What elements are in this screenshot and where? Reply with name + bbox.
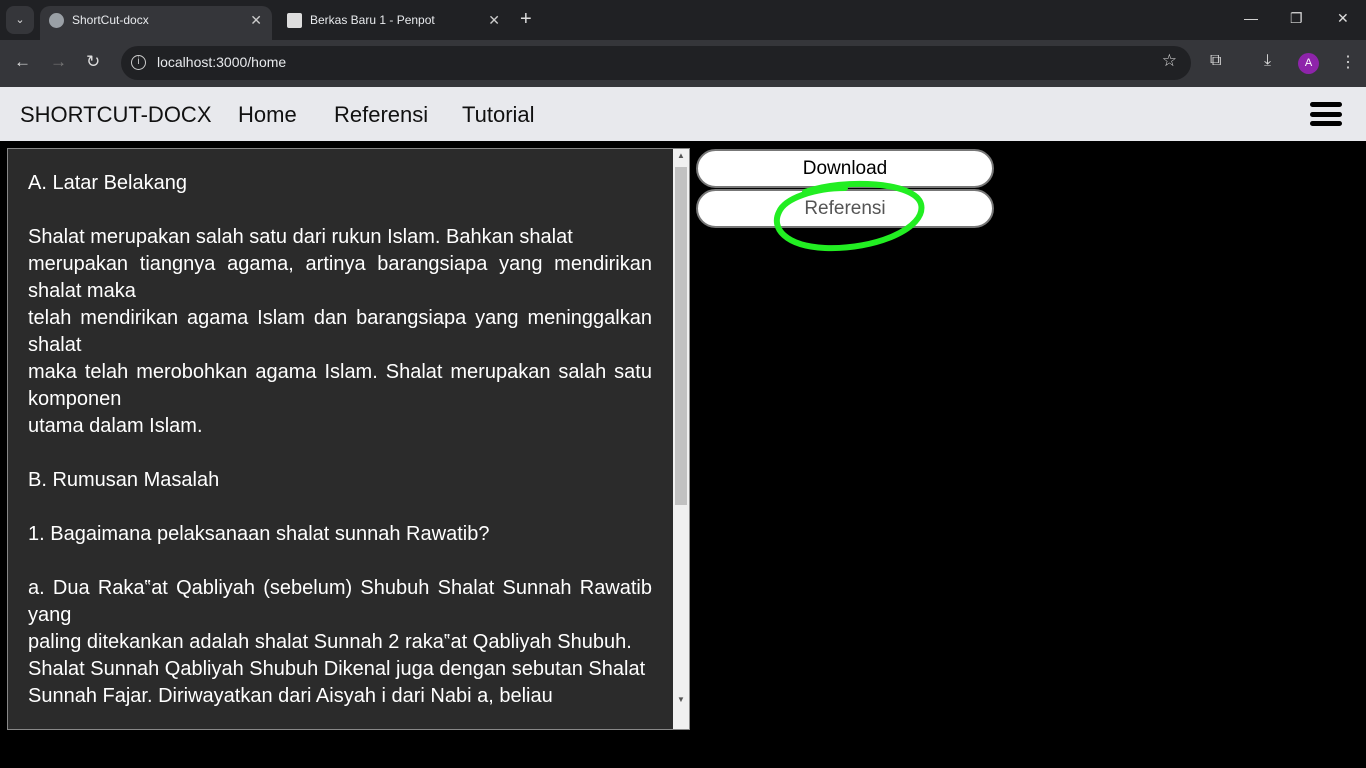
document-paragraph: Shalat Sunnah Qabliyah Shubuh Dikenal ju…	[28, 658, 646, 680]
document-paragraph: B. Rumusan Masalah	[28, 469, 220, 491]
address-bar[interactable]: i localhost:3000/home ☆	[121, 46, 1191, 80]
document-paragraph: a. Dua Raka‟at Qabliyah (sebelum) Shubuh…	[28, 577, 652, 626]
document-paragraph: paling ditekankan adalah shalat Sunnah 2…	[28, 631, 632, 653]
scrollbar-thumb[interactable]	[675, 167, 687, 505]
document-paragraph: 1. Bagaimana pelaksanaan shalat sunnah R…	[28, 523, 490, 545]
document-paragraph: A. Latar Belakang	[28, 172, 187, 194]
document-paragraph	[28, 494, 652, 521]
penpot-icon	[287, 13, 302, 28]
app-navbar: SHORTCUT-DOCX Home Referensi Tutorial	[0, 87, 1366, 141]
browser-tab-bar: ⌄ ShortCut-docx ✕ Berkas Baru 1 - Penpot…	[0, 0, 1366, 40]
document-paragraph	[28, 548, 652, 575]
profile-avatar[interactable]: A	[1298, 53, 1319, 74]
close-window-button[interactable]: ✕	[1337, 10, 1349, 27]
back-button[interactable]: ←	[14, 52, 31, 72]
hamburger-menu-icon[interactable]	[1310, 102, 1342, 126]
tab-search-button[interactable]: ⌄	[6, 6, 34, 34]
document-paragraph: Shalat merupakan salah satu dari rukun I…	[28, 226, 573, 248]
site-info-icon[interactable]: i	[131, 55, 146, 70]
green-highlight-circle	[773, 180, 925, 252]
document-paragraph: utama dalam Islam.	[28, 415, 203, 437]
nav-home[interactable]: Home	[238, 102, 297, 128]
document-paragraph	[28, 197, 652, 224]
document-scrollbar[interactable]: ▲ ▼	[673, 149, 689, 729]
document-paragraph: Sunnah Fajar. Diriwayatkan dari Aisyah i…	[28, 685, 553, 707]
new-tab-button[interactable]: +	[520, 8, 532, 31]
scroll-up-arrow[interactable]: ▲	[673, 151, 689, 160]
document-paragraph	[28, 440, 652, 467]
close-tab-icon[interactable]: ✕	[488, 6, 500, 34]
document-paragraph: maka telah merobohkan agama Islam. Shala…	[28, 361, 652, 410]
forward-button[interactable]: →	[50, 52, 67, 72]
globe-icon	[49, 13, 64, 28]
browser-toolbar: ← → ↻ i localhost:3000/home ☆ ⧉ ⤓ A ⋮	[0, 40, 1366, 87]
nav-referensi[interactable]: Referensi	[334, 102, 428, 128]
close-tab-icon[interactable]: ✕	[250, 6, 262, 34]
nav-tutorial[interactable]: Tutorial	[462, 102, 535, 128]
document-textarea[interactable]: A. Latar Belakang Shalat merupakan salah …	[7, 148, 690, 730]
document-paragraph: telah mendirikan agama Islam dan barangs…	[28, 307, 652, 356]
download-icon[interactable]: ⤓	[1264, 52, 1271, 70]
restore-button[interactable]: ❐	[1290, 10, 1303, 27]
tab-penpot[interactable]: Berkas Baru 1 - Penpot ✕	[278, 6, 510, 40]
menu-icon[interactable]: ⋮	[1340, 52, 1356, 72]
url-text[interactable]: localhost:3000/home	[157, 54, 286, 70]
document-content: A. Latar Belakang Shalat merupakan salah …	[28, 170, 652, 710]
tab-shortcut-docx[interactable]: ShortCut-docx ✕	[40, 6, 272, 40]
minimize-button[interactable]: —	[1244, 10, 1258, 26]
scroll-down-arrow[interactable]: ▼	[673, 695, 689, 704]
document-paragraph: merupakan tiangnya agama, artinya barang…	[28, 253, 652, 302]
extensions-icon[interactable]: ⧉	[1210, 52, 1221, 70]
brand[interactable]: SHORTCUT-DOCX	[20, 102, 212, 128]
reload-button[interactable]: ↻	[86, 52, 100, 72]
bookmark-star-icon[interactable]: ☆	[1162, 51, 1177, 71]
